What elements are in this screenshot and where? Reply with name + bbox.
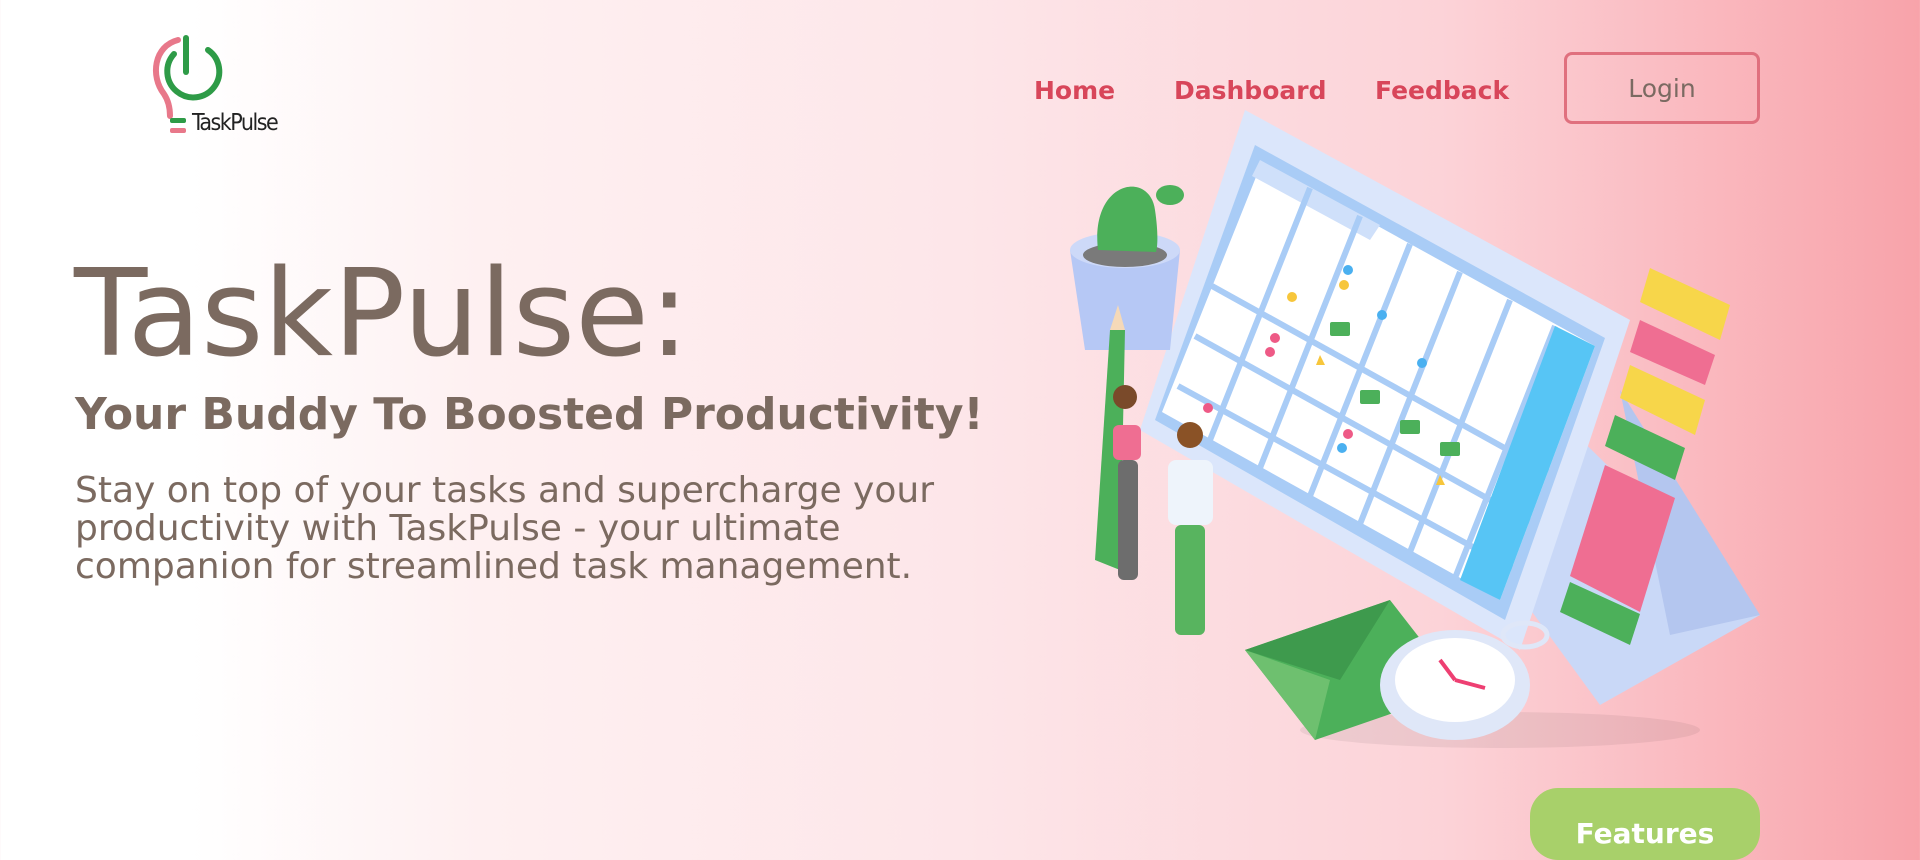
calendar-illustration <box>1030 90 1780 810</box>
hero-title: TaskPulse: <box>74 245 690 384</box>
features-button[interactable]: Features <box>1530 788 1760 860</box>
hero-subtitle: Your Buddy To Boosted Productivity! <box>75 389 984 440</box>
brand-logo[interactable]: TaskPulse <box>148 32 279 140</box>
calendar-planner-illustration <box>1070 110 1760 748</box>
brand-name: TaskPulse <box>192 110 279 136</box>
hero-description: Stay on top of your tasks and supercharg… <box>75 470 934 587</box>
